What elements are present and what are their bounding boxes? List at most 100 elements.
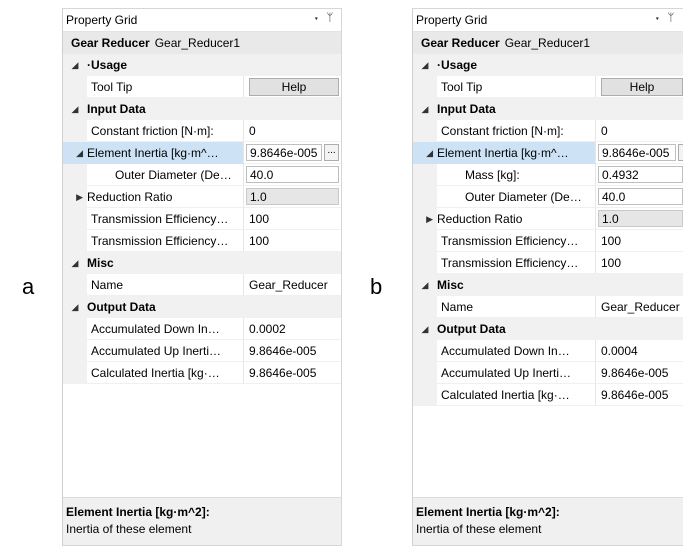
property-name: Outer Diameter (De… (437, 186, 595, 208)
category-input-data[interactable]: ◢ Input Data (413, 98, 683, 120)
reduction-ratio-field[interactable]: 1.0 (246, 188, 339, 205)
property-value[interactable]: 9.8646e-005 (243, 340, 341, 362)
property-name: Tool Tip (87, 76, 243, 98)
outer-diameter-field[interactable]: 40.0 (246, 166, 339, 183)
category-misc[interactable]: ◢ Misc (413, 274, 683, 296)
mass-field[interactable]: 0.4932 (598, 166, 683, 183)
property-name: Outer Diameter (De… (87, 164, 243, 186)
help-button[interactable]: Help (601, 77, 683, 96)
pin-icon[interactable]: ᛘ (327, 12, 341, 24)
triangle-down-icon[interactable]: ◢ (63, 98, 87, 120)
property-row-accumulated-up[interactable]: Accumulated Up Inerti… 9.8646e-005 (63, 340, 341, 362)
property-name: Accumulated Up Inerti… (87, 340, 243, 362)
ellipsis-button[interactable]: ... (324, 144, 339, 161)
property-value[interactable]: 0.0004 (595, 340, 683, 362)
property-row-transmission-efficiency-2[interactable]: Transmission Efficiency… 100 (63, 230, 341, 252)
triangle-down-icon[interactable]: ◢ (63, 252, 87, 274)
property-grid-b: Property Grid ▾ᛘ Gear Reducer Gear_Reduc… (412, 8, 683, 546)
chevron-down-icon[interactable]: ▾ (313, 12, 327, 24)
property-row-outer-diameter[interactable]: Outer Diameter (De… 40.0 (63, 164, 341, 186)
chevron-down-icon[interactable]: ▾ (654, 12, 668, 24)
property-row-calculated-inertia[interactable]: Calculated Inertia [kg·… 9.8646e-005 (63, 362, 341, 384)
triangle-down-icon[interactable]: ◢ (63, 296, 87, 318)
triangle-down-icon[interactable]: ◢ (63, 142, 87, 164)
property-value[interactable]: 9.8646e-005 (595, 384, 683, 406)
property-name: Reduction Ratio (437, 208, 595, 230)
property-row-name[interactable]: Name Gear_Reducer (63, 274, 341, 296)
triangle-down-icon[interactable]: ◢ (413, 142, 437, 164)
property-row-accumulated-down[interactable]: Accumulated Down In… 0.0002 (63, 318, 341, 340)
property-value[interactable]: Gear_Reducer (595, 296, 683, 318)
property-value[interactable]: 0 (243, 120, 341, 142)
triangle-right-icon[interactable]: ▶ (413, 208, 437, 230)
property-value[interactable]: 0.0002 (243, 318, 341, 340)
description-pane: Element Inertia [kg·m^2]: Inertia of the… (413, 497, 683, 545)
property-row-tooltip[interactable]: Tool Tip Help (63, 76, 341, 98)
property-name: Name (87, 274, 243, 296)
object-name: Gear_Reducer1 (154, 36, 241, 50)
category-usage[interactable]: ◢ ·Usage (413, 54, 683, 76)
property-name: Calculated Inertia [kg·… (87, 362, 243, 384)
property-row-name[interactable]: Name Gear_Reducer (413, 296, 683, 318)
panel-label-a: a (22, 274, 35, 299)
pin-icon[interactable]: ᛘ (668, 12, 682, 24)
help-button[interactable]: Help (249, 77, 339, 96)
element-inertia-field[interactable]: 9.8646e-005 (246, 144, 322, 161)
category-output-data[interactable]: ◢ Output Data (413, 318, 683, 340)
property-row-outer-diameter[interactable]: Outer Diameter (De… 40.0 (413, 186, 683, 208)
property-name: Constant friction [N·m]: (437, 120, 595, 142)
element-inertia-field[interactable]: 9.8646e-005 (598, 144, 676, 161)
reduction-ratio-field[interactable]: 1.0 (598, 210, 683, 227)
property-row-transmission-efficiency-1[interactable]: Transmission Efficiency… 100 (413, 230, 683, 252)
property-name: Tool Tip (437, 76, 595, 98)
outer-diameter-field[interactable]: 40.0 (598, 188, 683, 205)
property-row-constant-friction[interactable]: Constant friction [N·m]: 0 (63, 120, 341, 142)
triangle-right-icon[interactable]: ▶ (63, 186, 87, 208)
selected-object-header: Gear Reducer Gear_Reducer1 (413, 32, 683, 54)
property-row-reduction-ratio[interactable]: ▶ Reduction Ratio 1.0 (413, 208, 683, 230)
triangle-down-icon[interactable]: ◢ (413, 274, 437, 296)
triangle-down-icon[interactable]: ◢ (413, 318, 437, 340)
triangle-down-icon[interactable]: ◢ (413, 98, 437, 120)
property-name: Mass [kg]: (437, 164, 595, 186)
grid-titlebar: Property Grid ▾ᛘ (413, 9, 683, 32)
property-name: Accumulated Down In… (437, 340, 595, 362)
category-usage[interactable]: ◢ ·Usage (63, 54, 341, 76)
property-row-accumulated-up[interactable]: Accumulated Up Inerti… 9.8646e-005 (413, 362, 683, 384)
description-pane: Element Inertia [kg·m^2]: Inertia of the… (63, 497, 341, 545)
property-name: Element Inertia [kg·m^… (87, 142, 243, 164)
property-name: Accumulated Down In… (87, 318, 243, 340)
selected-object-header: Gear Reducer Gear_Reducer1 (63, 32, 341, 54)
property-row-tooltip[interactable]: Tool Tip Help (413, 76, 683, 98)
property-row-calculated-inertia[interactable]: Calculated Inertia [kg·… 9.8646e-005 (413, 384, 683, 406)
property-value[interactable]: 100 (243, 230, 341, 252)
triangle-down-icon[interactable]: ◢ (63, 54, 87, 76)
property-value[interactable]: Gear_Reducer (243, 274, 341, 296)
category-output-data[interactable]: ◢ Output Data (63, 296, 341, 318)
property-row-constant-friction[interactable]: Constant friction [N·m]: 0 (413, 120, 683, 142)
description-text: Inertia of these element (416, 522, 542, 536)
property-row-transmission-efficiency-2[interactable]: Transmission Efficiency… 100 (413, 252, 683, 274)
triangle-down-icon[interactable]: ◢ (413, 54, 437, 76)
property-value[interactable]: 100 (243, 208, 341, 230)
property-value[interactable]: 9.8646e-005 (243, 362, 341, 384)
object-name: Gear_Reducer1 (504, 36, 591, 50)
property-row-accumulated-down[interactable]: Accumulated Down In… 0.0004 (413, 340, 683, 362)
ellipsis-button[interactable]: . (678, 144, 683, 161)
property-name: Accumulated Up Inerti… (437, 362, 595, 384)
grid-title: Property Grid (416, 13, 488, 27)
property-row-element-inertia[interactable]: ◢ Element Inertia [kg·m^… 9.8646e-005 ..… (63, 142, 341, 164)
property-name: Transmission Efficiency… (87, 230, 243, 252)
property-value[interactable]: 100 (595, 230, 683, 252)
property-row-transmission-efficiency-1[interactable]: Transmission Efficiency… 100 (63, 208, 341, 230)
property-value[interactable]: 0 (595, 120, 683, 142)
property-value[interactable]: 100 (595, 252, 683, 274)
property-row-reduction-ratio[interactable]: ▶ Reduction Ratio 1.0 (63, 186, 341, 208)
property-name: Name (437, 296, 595, 318)
property-row-mass[interactable]: Mass [kg]: 0.4932 (413, 164, 683, 186)
property-name: Reduction Ratio (87, 186, 243, 208)
property-value[interactable]: 9.8646e-005 (595, 362, 683, 384)
category-misc[interactable]: ◢ Misc (63, 252, 341, 274)
category-input-data[interactable]: ◢ Input Data (63, 98, 341, 120)
property-row-element-inertia[interactable]: ◢ Element Inertia [kg·m^… 9.8646e-005 . (413, 142, 683, 164)
